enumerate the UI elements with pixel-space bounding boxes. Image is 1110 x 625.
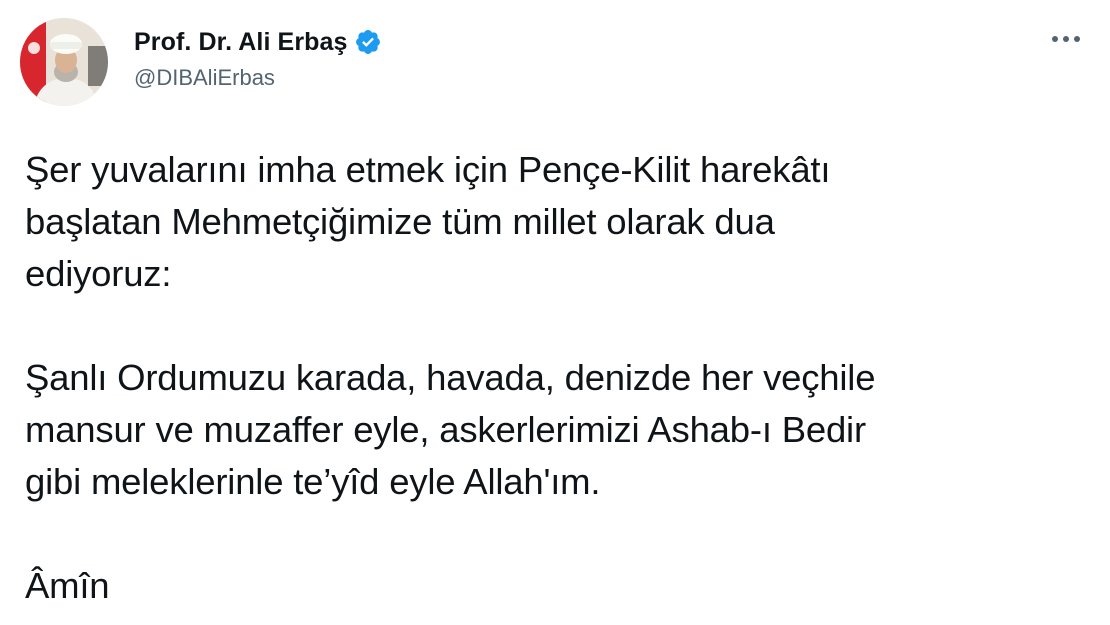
tweet-line: ediyoruz: [25,253,172,294]
tweet-line: Şer yuvalarını imha etmek için Pençe-Kil… [25,149,831,190]
avatar-image [20,18,108,106]
tweet-paragraph-1: Şer yuvalarını imha etmek için Pençe-Kil… [25,144,1085,300]
avatar[interactable] [20,18,108,106]
verified-badge-icon [354,28,382,56]
author-block: Prof. Dr. Ali Erbaş @DIBAliErbas [134,25,382,91]
tweet-text: Şer yuvalarını imha etmek için Pençe-Kil… [25,144,1085,612]
more-options-button[interactable] [1046,24,1086,54]
tweet-line: mansur ve muzaffer eyle, askerlerimizi A… [25,409,866,450]
tweet-paragraph-3: Âmîn [25,560,1085,612]
more-options-icon [1052,36,1080,42]
author-display-name[interactable]: Prof. Dr. Ali Erbaş [134,28,348,57]
tweet-paragraph-2: Şanlı Ordumuzu karada, havada, denizde h… [25,352,1085,508]
author-name-row: Prof. Dr. Ali Erbaş [134,25,382,59]
author-handle[interactable]: @DIBAliErbas [134,65,382,91]
tweet-line: Şanlı Ordumuzu karada, havada, denizde h… [25,357,876,398]
tweet-line: gibi meleklerinle te’yîd eyle Allah'ım. [25,461,601,502]
tweet-card: Prof. Dr. Ali Erbaş @DIBAliErbas Şer yuv… [0,0,1110,625]
tweet-line: başlatan Mehmetçiğimize tüm millet olara… [25,201,775,242]
tweet-line: Âmîn [25,565,110,606]
